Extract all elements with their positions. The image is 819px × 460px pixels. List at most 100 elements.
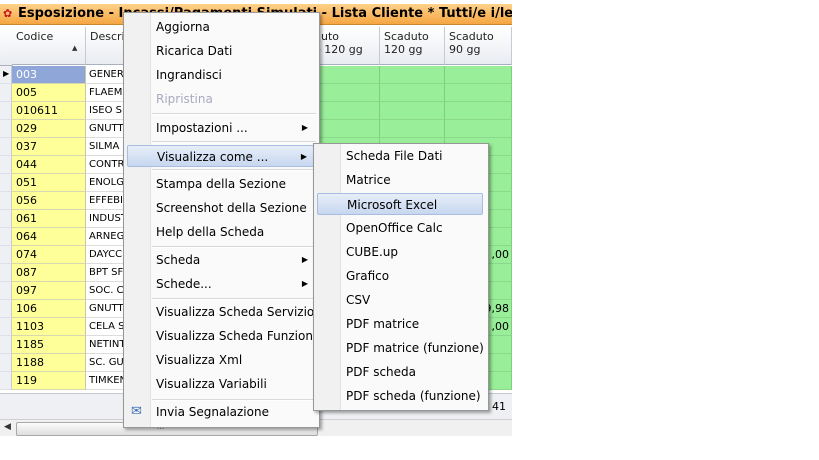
column-header-label: Scaduto 90 gg bbox=[449, 30, 494, 56]
row-selector[interactable] bbox=[0, 264, 12, 282]
row-selector[interactable] bbox=[0, 336, 12, 354]
row-selector[interactable] bbox=[0, 174, 12, 192]
cell-codice[interactable]: 061 bbox=[12, 210, 86, 228]
submenu-item-scheda-file-dati[interactable]: Scheda File Dati bbox=[317, 145, 483, 167]
row-selector[interactable] bbox=[0, 210, 12, 228]
cell-descrizione[interactable]: SILMA bbox=[86, 138, 126, 156]
cell-codice[interactable]: 119 bbox=[12, 372, 86, 390]
row-selector[interactable] bbox=[0, 246, 12, 264]
submenu-item-pdf-scheda-funzione[interactable]: PDF scheda (funzione) bbox=[317, 385, 483, 407]
cell-descrizione[interactable]: TIMKEN bbox=[86, 372, 126, 390]
menu-item-ingrandisci[interactable]: Ingrandisci bbox=[127, 64, 314, 86]
row-selector[interactable] bbox=[0, 282, 12, 300]
column-header-label: duto e 120 gg bbox=[314, 30, 363, 56]
menu-item-label: PDF scheda (funzione) bbox=[346, 389, 481, 403]
cell-codice[interactable]: 005 bbox=[12, 84, 86, 102]
cell-descrizione[interactable]: NETINT bbox=[86, 336, 126, 354]
cell-descrizione[interactable]: BPT SF bbox=[86, 264, 126, 282]
cell-codice[interactable]: 106 bbox=[12, 300, 86, 318]
row-selector[interactable] bbox=[0, 300, 12, 318]
cell-codice[interactable]: 074 bbox=[12, 246, 86, 264]
cell-codice[interactable]: 1188 bbox=[12, 354, 86, 372]
cell-codice[interactable]: 097 bbox=[12, 282, 86, 300]
menu-item-visualizza-scheda-servizio[interactable]: Visualizza Scheda Servizio bbox=[127, 301, 314, 323]
cell-descrizione[interactable]: GENER bbox=[86, 66, 126, 84]
cell-scaduto[interactable] bbox=[380, 66, 445, 84]
menu-item-visualizza-variabili[interactable]: Visualizza Variabili bbox=[127, 373, 314, 395]
menu-item-aggiorna[interactable]: Aggiorna bbox=[127, 16, 314, 38]
cell-codice[interactable]: 051 bbox=[12, 174, 86, 192]
menu-item-label: CUBE.up bbox=[346, 245, 399, 259]
cell-scaduto[interactable] bbox=[445, 84, 512, 102]
row-selector[interactable] bbox=[0, 372, 12, 390]
cell-descrizione[interactable]: GNUTT bbox=[86, 300, 126, 318]
column-header-scaduto-120[interactable]: Scaduto 120 gg bbox=[380, 27, 445, 65]
menu-item-screenshot-sezione[interactable]: Screenshot della Sezione bbox=[127, 197, 314, 219]
menu-item-visualizza-come[interactable]: Visualizza come ... ▶ bbox=[127, 145, 314, 167]
submenu-item-pdf-scheda[interactable]: PDF scheda bbox=[317, 361, 483, 383]
submenu-item-grafico[interactable]: Grafico bbox=[317, 265, 483, 287]
row-selector[interactable] bbox=[0, 156, 12, 174]
cell-codice[interactable]: 087 bbox=[12, 264, 86, 282]
cell-codice[interactable]: 003 bbox=[12, 66, 86, 84]
cell-codice[interactable]: 056 bbox=[12, 192, 86, 210]
cell-descrizione[interactable]: CELA S bbox=[86, 318, 126, 336]
row-selector[interactable] bbox=[0, 84, 12, 102]
menu-item-schede[interactable]: Schede... ▶ bbox=[127, 273, 314, 295]
cell-descrizione[interactable]: EFFEBI bbox=[86, 192, 126, 210]
cell-descrizione[interactable]: FLAEM bbox=[86, 84, 126, 102]
submenu-item-matrice[interactable]: Matrice bbox=[317, 169, 483, 191]
cell-descrizione[interactable]: SOC. C bbox=[86, 282, 126, 300]
cell-descrizione[interactable]: DAYCC bbox=[86, 246, 126, 264]
menu-item-ripristina: Ripristina bbox=[127, 88, 314, 110]
menu-item-help-scheda[interactable]: Help della Scheda bbox=[127, 221, 314, 243]
submenu-item-csv[interactable]: CSV bbox=[317, 289, 483, 311]
cell-scaduto[interactable] bbox=[445, 102, 512, 120]
menu-item-stampa-sezione[interactable]: Stampa della Sezione bbox=[127, 173, 314, 195]
menu-item-visualizza-scheda-funzione[interactable]: Visualizza Scheda Funzione bbox=[127, 325, 320, 347]
submenu-item-pdf-matrice[interactable]: PDF matrice bbox=[317, 313, 483, 335]
cell-scaduto[interactable] bbox=[445, 66, 512, 84]
row-selector[interactable]: ▶ bbox=[0, 66, 12, 84]
row-selector[interactable] bbox=[0, 228, 12, 246]
submenu-item-openoffice-calc[interactable]: OpenOffice Calc bbox=[317, 217, 483, 239]
menu-item-visualizza-xml[interactable]: Visualizza Xml bbox=[127, 349, 314, 371]
cell-descrizione[interactable]: INDUST bbox=[86, 210, 126, 228]
cell-codice[interactable]: 1185 bbox=[12, 336, 86, 354]
cell-descrizione[interactable]: GNUTT bbox=[86, 120, 126, 138]
column-header-descrizione[interactable]: Descriz bbox=[86, 27, 130, 65]
cell-codice[interactable]: 010611 bbox=[12, 102, 86, 120]
cell-descrizione[interactable]: ARNEG bbox=[86, 228, 126, 246]
scroll-left-icon[interactable]: ◀ bbox=[4, 422, 11, 432]
cell-descrizione[interactable]: SC. GU bbox=[86, 354, 126, 372]
submenu-item-microsoft-excel[interactable]: Microsoft Excel bbox=[317, 193, 483, 215]
row-selector[interactable] bbox=[0, 138, 12, 156]
submenu-item-cube-up[interactable]: CUBE.up bbox=[317, 241, 483, 263]
row-selector[interactable] bbox=[0, 354, 12, 372]
cell-scaduto[interactable] bbox=[380, 84, 445, 102]
submenu-item-pdf-matrice-funzione[interactable]: PDF matrice (funzione) bbox=[317, 337, 484, 359]
cell-descrizione[interactable]: ENOLG bbox=[86, 174, 126, 192]
row-selector[interactable] bbox=[0, 192, 12, 210]
cell-codice[interactable]: 029 bbox=[12, 120, 86, 138]
row-selector[interactable] bbox=[0, 120, 12, 138]
menu-item-label: Scheda File Dati bbox=[346, 149, 443, 163]
cell-scaduto[interactable] bbox=[380, 120, 445, 138]
cell-scaduto[interactable] bbox=[445, 120, 512, 138]
menu-item-scheda[interactable]: Scheda ▶ bbox=[127, 249, 314, 271]
current-row-icon: ▶ bbox=[3, 69, 10, 78]
column-header-scaduto-90[interactable]: Scaduto 90 gg bbox=[445, 27, 512, 65]
menu-item-ricarica-dati[interactable]: Ricarica Dati bbox=[127, 40, 314, 62]
cell-scaduto[interactable] bbox=[380, 102, 445, 120]
cell-codice[interactable]: 044 bbox=[12, 156, 86, 174]
cell-codice[interactable]: 064 bbox=[12, 228, 86, 246]
menu-item-impostazioni[interactable]: Impostazioni ... ▶ bbox=[127, 117, 314, 139]
row-selector[interactable] bbox=[0, 318, 12, 336]
cell-descrizione[interactable]: ISEO S bbox=[86, 102, 126, 120]
cell-codice[interactable]: 037 bbox=[12, 138, 86, 156]
menu-separator bbox=[152, 113, 316, 115]
row-selector[interactable] bbox=[0, 102, 12, 120]
cell-descrizione[interactable]: CONTR bbox=[86, 156, 126, 174]
menu-item-invia-segnalazione[interactable]: ✉ Invia Segnalazione bbox=[127, 401, 314, 423]
cell-codice[interactable]: 1103 bbox=[12, 318, 86, 336]
